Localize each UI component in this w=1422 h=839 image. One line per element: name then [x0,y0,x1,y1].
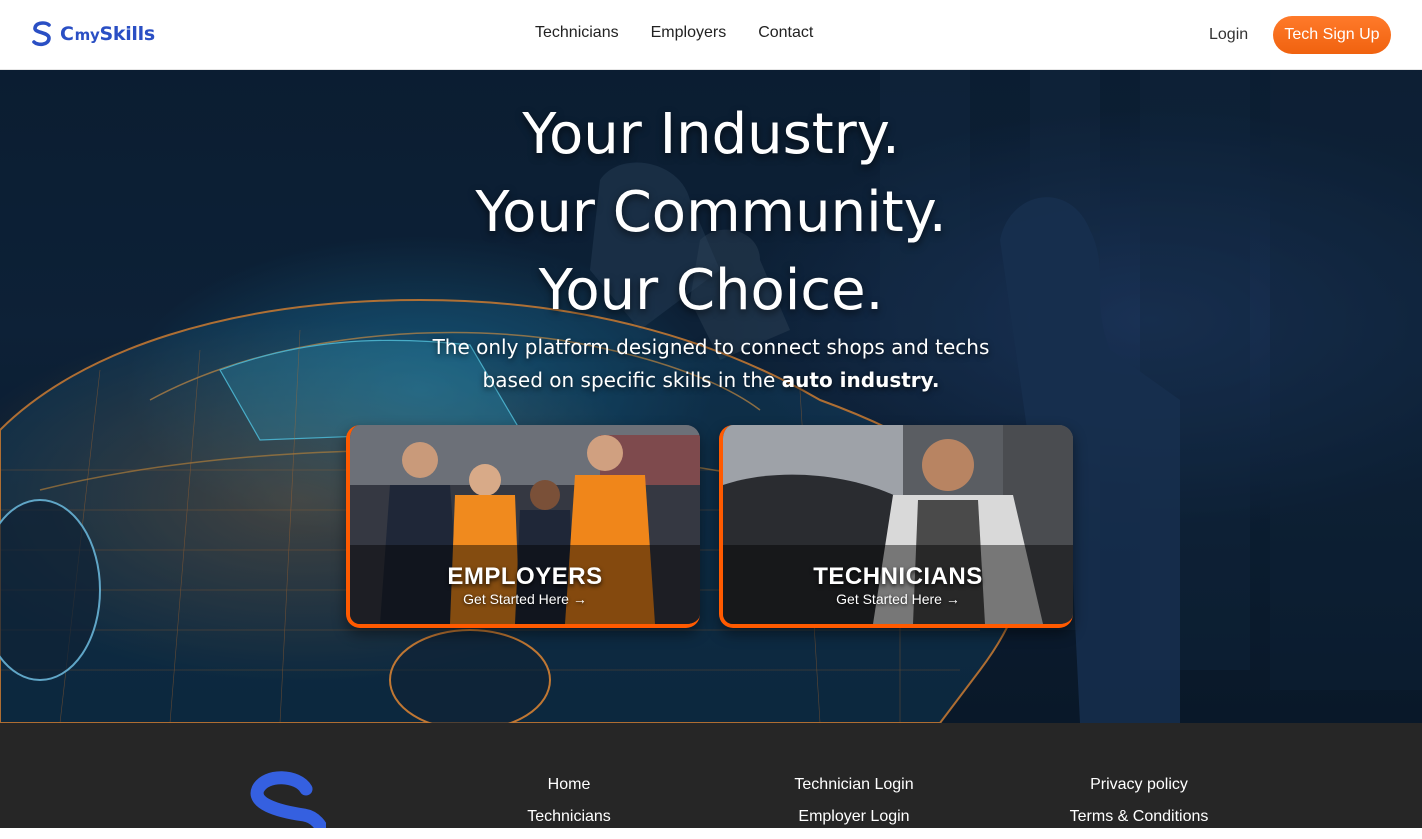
nav-employers[interactable]: Employers [651,24,727,42]
footer-link-technicians[interactable]: Technicians [489,807,649,839]
brand-name: CmySkills [60,23,155,45]
footer-link-home[interactable]: Home [489,775,649,807]
site-footer: Home Technicians Technician Login Employ… [0,723,1422,828]
technicians-get-started-link[interactable]: Get Started Here → [723,591,1073,607]
footer-link-privacy-policy[interactable]: Privacy policy [1049,775,1229,807]
hero-subtitle: The only platform designed to connect sh… [0,331,1422,397]
technicians-card-title: TECHNICIANS [813,563,983,590]
login-link[interactable]: Login [1209,26,1248,44]
footer-link-employer-login[interactable]: Employer Login [764,807,944,839]
footer-logo-icon[interactable] [246,771,326,828]
hero-subtitle-highlight: auto industry. [781,368,940,392]
employers-card[interactable]: EMPLOYERS Get Started Here → [346,425,700,628]
brand-logo[interactable]: CmySkills [30,20,155,48]
footer-column-legal: Privacy policy Terms & Conditions [1049,775,1229,839]
logo-mark-icon [32,21,51,47]
footer-link-terms[interactable]: Terms & Conditions [1049,807,1229,839]
footer-link-technician-login[interactable]: Technician Login [764,775,944,807]
hero-subtitle-line-2: based on specific skills in the [482,368,782,392]
hero-title-line-1: Your Industry. [522,102,900,167]
footer-column-main: Home Technicians [489,775,649,839]
hero-subtitle-line-1: The only platform designed to connect sh… [432,335,990,359]
tech-signup-button[interactable]: Tech Sign Up [1273,16,1391,54]
hero-title-line-3: Your Choice. [538,258,884,323]
main-nav: Technicians Employers Contact [535,24,813,42]
employers-card-title: EMPLOYERS [447,563,603,590]
site-header: CmySkills Technicians Employers Contact … [0,0,1422,70]
nav-contact[interactable]: Contact [758,24,813,42]
technicians-card[interactable]: TECHNICIANS Get Started Here → [719,425,1073,628]
employers-get-started-link[interactable]: Get Started Here → [350,591,700,607]
nav-technicians[interactable]: Technicians [535,24,619,42]
hero-title-line-2: Your Community. [475,180,947,245]
footer-column-login: Technician Login Employer Login [764,775,944,839]
hero-section: Your Industry. Your Community. Your Choi… [0,70,1422,723]
